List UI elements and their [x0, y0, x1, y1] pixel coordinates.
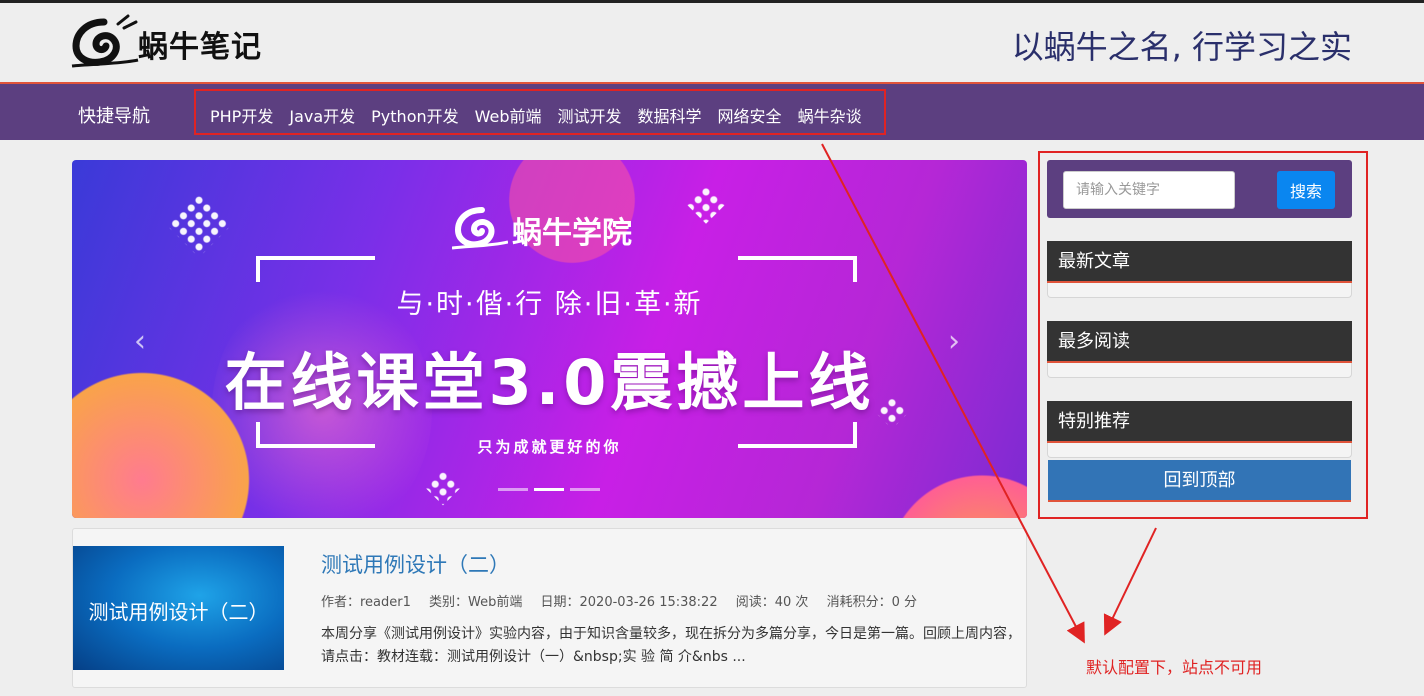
annotation-note: 默认配置下，站点不可用 — [1086, 658, 1263, 677]
annotation-arrow — [1103, 527, 1157, 636]
annotation-arrows — [821, 143, 1157, 644]
annotation-arrow — [821, 143, 1085, 644]
